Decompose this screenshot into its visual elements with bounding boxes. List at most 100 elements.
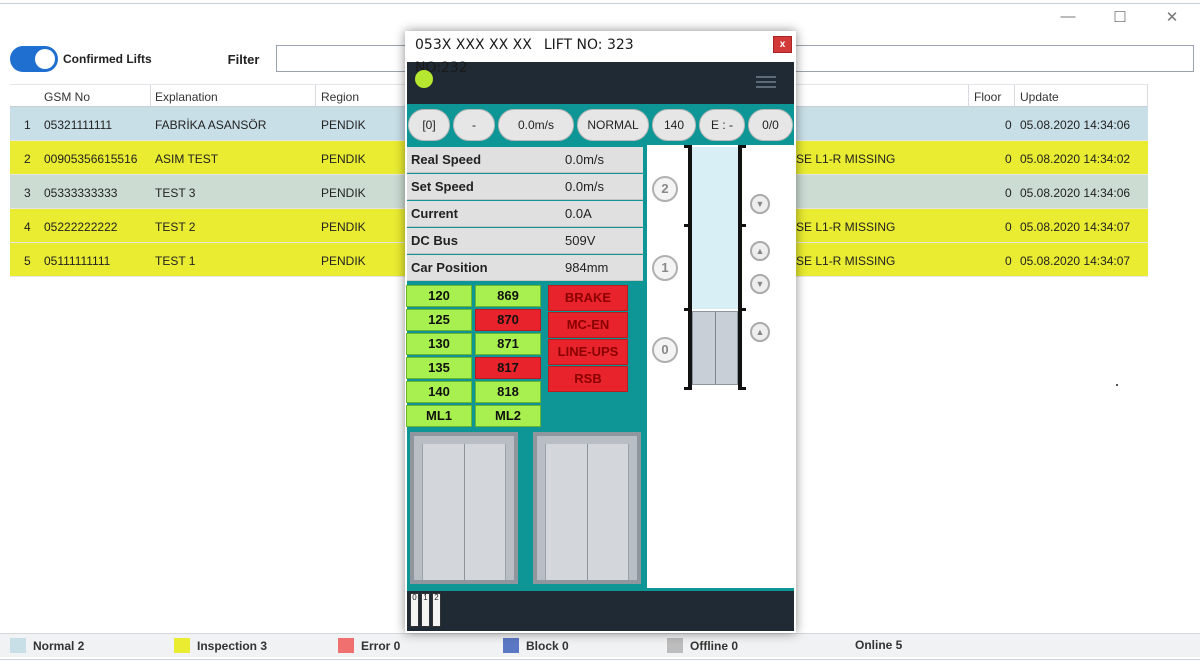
- row-explanation: TEST 3: [155, 186, 196, 200]
- pill-signal: 140: [652, 109, 696, 141]
- door-a: [410, 432, 518, 584]
- row-gsm: 05333333333: [44, 186, 118, 200]
- call-down-floor-1-icon[interactable]: ▼: [750, 274, 770, 294]
- signal-120: 120: [406, 285, 472, 307]
- pill-count: 0/0: [748, 109, 793, 141]
- row-gsm: 05222222222: [44, 220, 118, 234]
- column-header-gsm[interactable]: GSM No: [44, 90, 90, 104]
- call-up-floor-0-icon[interactable]: ▲: [750, 322, 770, 342]
- legend-swatch: [338, 638, 354, 653]
- floor-1-button[interactable]: 1: [652, 255, 678, 281]
- row-region: PENDIK: [321, 186, 366, 200]
- lift-car: [692, 311, 738, 385]
- signal-869: 869: [475, 285, 541, 307]
- flag-line-ups: LINE-UPS: [548, 339, 628, 365]
- app-window: — ☐ ✕ Confirmed Lifts Filter GSM No Expl…: [0, 0, 1200, 663]
- floor-2-button[interactable]: 2: [652, 176, 678, 202]
- floor-tab-0[interactable]: 0: [410, 593, 419, 627]
- row-gsm: 00905356615516: [44, 152, 138, 166]
- minimize-icon[interactable]: —: [1058, 8, 1078, 26]
- column-header-update[interactable]: Update: [1020, 90, 1059, 104]
- lift-detail-popup: 053X XXX XX XX LIFT NO: 323 x NO:232 [0] …: [405, 31, 796, 633]
- hamburger-menu-icon[interactable]: [756, 76, 776, 91]
- row-region: PENDIK: [321, 152, 366, 166]
- row-update: 05.08.2020 14:34:06: [1020, 186, 1131, 200]
- top-border: [0, 3, 1200, 4]
- legend-inspection: Inspection 3: [174, 638, 267, 653]
- reading-set-speed: Set Speed 0.0m/s: [407, 174, 643, 200]
- signal-817: 817: [475, 357, 541, 379]
- row-gsm: 05321111111: [44, 118, 113, 132]
- popup-title: 053X XXX XX XX LIFT NO: 323: [415, 37, 634, 53]
- legend-swatch: [503, 638, 519, 653]
- column-header-region[interactable]: Region: [321, 90, 359, 104]
- row-floor: 0: [1005, 152, 1012, 166]
- flag-rsb: RSB: [548, 366, 628, 392]
- row-region: PENDIK: [321, 118, 366, 132]
- row-floor: 0: [1005, 186, 1012, 200]
- row-gsm: 05111111111: [44, 254, 111, 268]
- row-region: PENDIK: [321, 254, 366, 268]
- status-indicator-icon: [415, 70, 433, 88]
- signal-818: 818: [475, 381, 541, 403]
- legend-swatch: [10, 638, 26, 653]
- row-update: 05.08.2020 14:34:02: [1020, 152, 1131, 166]
- popup-footer: 0 1 2: [407, 591, 794, 631]
- row-number: 3: [24, 186, 31, 200]
- call-down-floor-2-icon[interactable]: ▼: [750, 194, 770, 214]
- flag-mc-en: MC-EN: [548, 312, 628, 338]
- row-explanation: ASIM TEST: [155, 152, 219, 166]
- column-header-explanation[interactable]: Explanation: [155, 90, 218, 104]
- lift-shaft: [688, 147, 742, 389]
- row-floor: 0: [1005, 220, 1012, 234]
- signal-140: 140: [406, 381, 472, 403]
- confirmed-lifts-toggle[interactable]: [10, 46, 58, 72]
- legend-offline: Offline 0: [667, 638, 738, 653]
- row-note: SE L1-R MISSING: [796, 254, 896, 268]
- row-region: PENDIK: [321, 220, 366, 234]
- popup-lift-no: LIFT NO: 323: [543, 37, 634, 53]
- popup-close-button[interactable]: x: [773, 36, 792, 53]
- row-floor: 0: [1005, 118, 1012, 132]
- call-up-floor-1-icon[interactable]: ▲: [750, 241, 770, 261]
- column-header-floor[interactable]: Floor: [974, 90, 1001, 104]
- status-legend: Normal 2 Inspection 3 Error 0 Block 0 Of…: [0, 633, 1200, 657]
- row-note: SE L1-R MISSING: [796, 220, 896, 234]
- row-explanation: TEST 2: [155, 220, 196, 234]
- row-update: 05.08.2020 14:34:07: [1020, 220, 1131, 234]
- legend-block: Block 0: [503, 638, 569, 653]
- floor-tab-2[interactable]: 2: [432, 593, 441, 627]
- signal-ml1: ML1: [406, 405, 472, 427]
- floor-tab-1[interactable]: 1: [421, 593, 430, 627]
- row-number: 2: [24, 152, 31, 166]
- row-number: 5: [24, 254, 31, 268]
- shaft-space: [692, 147, 738, 309]
- pill-direction: -: [453, 109, 495, 141]
- legend-normal: Normal 2: [10, 638, 84, 653]
- stray-dot: [1116, 384, 1118, 386]
- reading-current: Current 0.0A: [407, 201, 643, 227]
- row-explanation: FABRİKA ASANSÖR: [155, 118, 267, 132]
- status-pills: [0] - 0.0m/s NORMAL 140 E : - 0/0: [406, 109, 794, 141]
- pill-mode: NORMAL: [577, 109, 649, 141]
- row-number: 1: [24, 118, 31, 132]
- row-update: 05.08.2020 14:34:06: [1020, 118, 1131, 132]
- signal-ml2: ML2: [475, 405, 541, 427]
- confirmed-lifts-label: Confirmed Lifts: [63, 52, 152, 66]
- pill-error: E : -: [699, 109, 745, 141]
- pill-floor: [0]: [408, 109, 450, 141]
- flag-brake: BRAKE: [548, 285, 628, 311]
- reading-dc-bus: DC Bus 509V: [407, 228, 643, 254]
- row-update: 05.08.2020 14:34:07: [1020, 254, 1131, 268]
- close-icon[interactable]: ✕: [1162, 8, 1182, 26]
- signal-870: 870: [475, 309, 541, 331]
- floor-0-button[interactable]: 0: [652, 337, 678, 363]
- row-explanation: TEST 1: [155, 254, 196, 268]
- maximize-icon[interactable]: ☐: [1110, 8, 1130, 26]
- reading-car-position: Car Position 984mm: [407, 255, 643, 281]
- row-floor: 0: [1005, 254, 1012, 268]
- legend-online: Online 5: [855, 638, 903, 652]
- pill-speed: 0.0m/s: [498, 109, 574, 141]
- reading-real-speed: Real Speed 0.0m/s: [407, 147, 643, 173]
- signal-130: 130: [406, 333, 472, 355]
